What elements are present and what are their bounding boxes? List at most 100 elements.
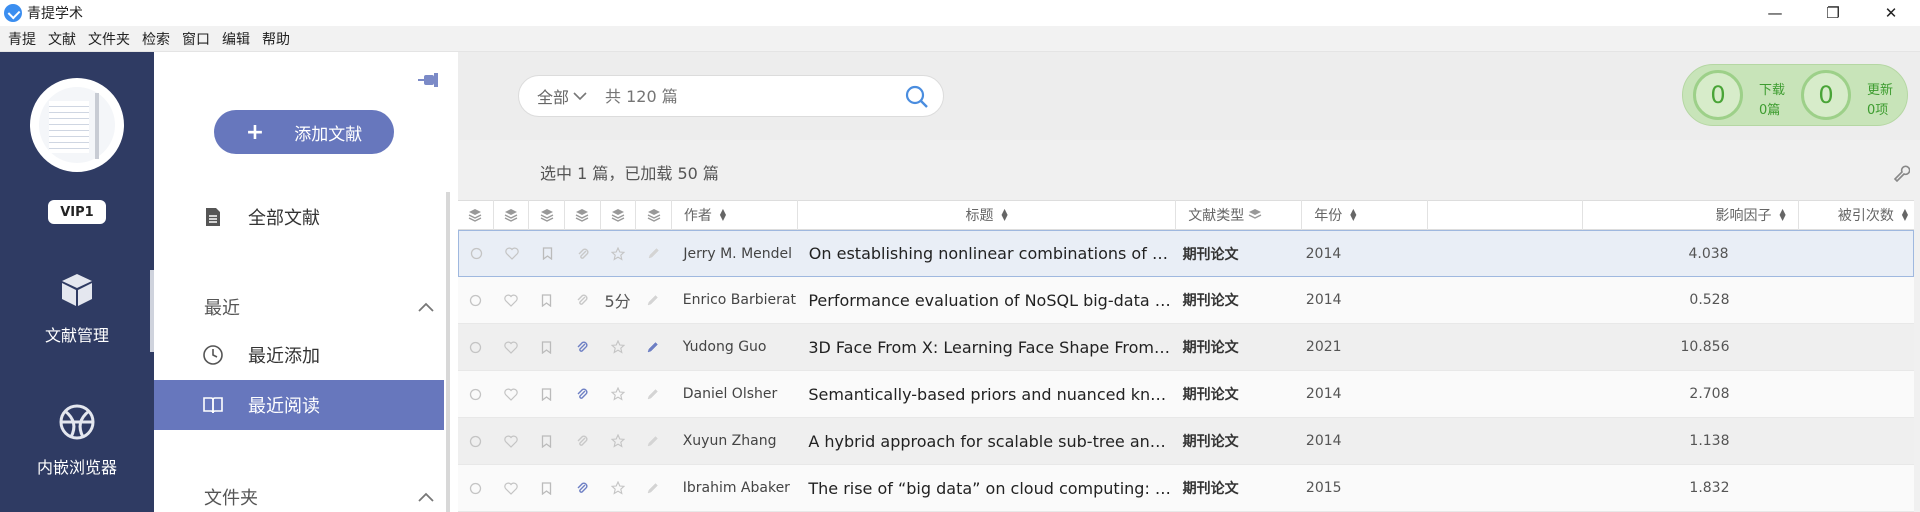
search-scope-label: 全部 xyxy=(537,88,570,107)
bookmark-icon[interactable] xyxy=(529,371,564,417)
heart-icon[interactable] xyxy=(493,371,528,417)
folder-section-header[interactable]: 文件夹 xyxy=(204,484,434,510)
impact-cell: 0.528 xyxy=(1689,292,1730,308)
star-icon[interactable] xyxy=(601,231,636,276)
layers-icon xyxy=(575,209,589,222)
column-year[interactable]: 年份 ▲ ▼ xyxy=(1302,200,1429,230)
column-select[interactable] xyxy=(458,200,494,230)
table-row[interactable]: Jerry M. Mendel On establishing nonlinear… xyxy=(458,230,1914,277)
nav-item-browser[interactable]: 内嵌浏览器 xyxy=(0,402,154,478)
column-title[interactable]: 标题 ▲ ▼ xyxy=(798,200,1177,230)
star-icon[interactable] xyxy=(600,465,635,511)
menu-help[interactable]: 帮助 xyxy=(262,29,290,49)
title-cell[interactable]: Semantically-based priors and nuanced kn… xyxy=(796,371,1174,417)
author-cell: Yudong Guo xyxy=(682,339,767,355)
column-note[interactable] xyxy=(636,200,672,230)
select-icon[interactable] xyxy=(458,465,493,511)
column-bookmark[interactable] xyxy=(529,200,565,230)
menu-search[interactable]: 检索 xyxy=(142,29,170,49)
minimize-button[interactable]: — xyxy=(1746,0,1804,26)
left-nav: VIP1 文献管理 内嵌浏览器 xyxy=(0,52,154,512)
star-icon[interactable] xyxy=(600,418,635,464)
rating-score[interactable]: 5分 xyxy=(600,277,635,323)
sidebar-scrollbar[interactable] xyxy=(446,192,450,512)
pin-icon[interactable] xyxy=(416,70,440,92)
wrench-icon[interactable] xyxy=(1892,164,1910,182)
title-cell[interactable]: A hybrid approach for scalable sub-tree … xyxy=(796,418,1174,464)
star-icon[interactable] xyxy=(600,371,635,417)
table-row[interactable]: Ibrahim Abaker The rise of “big data” on … xyxy=(458,465,1914,512)
attachment-icon[interactable] xyxy=(564,371,599,417)
bookmark-icon[interactable] xyxy=(529,465,564,511)
star-icon[interactable] xyxy=(600,324,635,370)
select-icon[interactable] xyxy=(459,231,494,276)
column-author[interactable]: 作者 ▲ ▼ xyxy=(672,200,798,230)
attachment-icon[interactable] xyxy=(564,277,599,323)
menu-qingti[interactable]: 青提 xyxy=(8,29,36,49)
heart-icon[interactable] xyxy=(493,277,528,323)
table-row[interactable]: Xuyun Zhang A hybrid approach for scalabl… xyxy=(458,418,1914,465)
attachment-icon[interactable] xyxy=(564,418,599,464)
sort-icon: ▲ ▼ xyxy=(1901,207,1908,222)
sidebar-item-recent-added[interactable]: 最近添加 xyxy=(154,330,444,380)
bookmark-icon[interactable] xyxy=(529,418,564,464)
recent-section-header[interactable]: 最近 xyxy=(204,294,434,320)
close-button[interactable]: ✕ xyxy=(1862,0,1920,26)
table-row[interactable]: 5分 Enrico Barbierato Performance evaluatio… xyxy=(458,277,1914,324)
column-cites[interactable]: 被引次数 ▲ ▼ xyxy=(1799,200,1914,230)
menu-edit[interactable]: 编辑 xyxy=(222,29,250,49)
column-favorite[interactable] xyxy=(494,200,530,230)
menu-folder[interactable]: 文件夹 xyxy=(88,29,130,49)
search-icon[interactable] xyxy=(905,85,929,109)
sidebar-item-all-documents[interactable]: 全部文献 xyxy=(154,192,444,242)
attachment-icon[interactable] xyxy=(564,324,599,370)
column-type[interactable]: 文献类型 xyxy=(1176,200,1303,230)
select-icon[interactable] xyxy=(458,418,493,464)
select-icon[interactable] xyxy=(458,277,493,323)
sidebar-item-recent-read[interactable]: 最近阅读 xyxy=(154,380,444,430)
title-cell[interactable]: 3D Face From X: Learning Face Shape From… xyxy=(796,324,1174,370)
title-cell[interactable]: Performance evaluation of NoSQL big-data… xyxy=(796,277,1174,323)
pencil-icon[interactable] xyxy=(636,231,671,276)
table-row[interactable]: Yudong Guo 3D Face From X: Learning Face … xyxy=(458,324,1914,371)
pencil-icon[interactable] xyxy=(635,324,670,370)
column-rating[interactable] xyxy=(601,200,637,230)
column-attachment[interactable] xyxy=(565,200,601,230)
title-cell[interactable]: On establishing nonlinear combinations o… xyxy=(797,231,1175,276)
pencil-icon[interactable] xyxy=(635,418,670,464)
heart-icon[interactable] xyxy=(493,418,528,464)
avatar[interactable] xyxy=(30,78,124,172)
plus-icon: + xyxy=(245,119,265,145)
table-row[interactable]: Daniel Olsher Semantically-based priors a… xyxy=(458,371,1914,418)
pencil-icon[interactable] xyxy=(635,371,670,417)
author-cell: Daniel Olsher xyxy=(682,386,778,402)
bookmark-icon[interactable] xyxy=(529,324,564,370)
menu-window[interactable]: 窗口 xyxy=(182,29,210,49)
heart-icon[interactable] xyxy=(494,231,529,276)
title-text: Performance evaluation of NoSQL big-data… xyxy=(808,290,1175,310)
update-count[interactable]: 0 xyxy=(1801,70,1851,120)
pencil-icon[interactable] xyxy=(635,277,670,323)
search-input[interactable] xyxy=(605,86,896,106)
bookmark-icon[interactable] xyxy=(530,231,565,276)
heart-icon[interactable] xyxy=(493,324,528,370)
layers-icon xyxy=(611,209,625,222)
attachment-icon[interactable] xyxy=(565,231,600,276)
download-count[interactable]: 0 xyxy=(1693,70,1743,120)
restore-button[interactable]: ❐ xyxy=(1804,0,1862,26)
title-cell[interactable]: The rise of “big data” on cloud computin… xyxy=(796,465,1174,511)
heart-icon[interactable] xyxy=(493,465,528,511)
column-impact[interactable]: 影响因子 ▲ ▼ xyxy=(1583,200,1799,230)
blank-cell xyxy=(1425,324,1580,370)
add-document-button[interactable]: + 添加文献 xyxy=(214,110,394,154)
attachment-icon[interactable] xyxy=(564,465,599,511)
pencil-icon[interactable] xyxy=(635,465,670,511)
bookmark-icon[interactable] xyxy=(529,277,564,323)
select-icon[interactable] xyxy=(458,324,493,370)
search-scope-dropdown[interactable]: 全部 xyxy=(537,84,587,108)
impact-cell: 2.708 xyxy=(1689,386,1730,402)
select-icon[interactable] xyxy=(458,371,493,417)
nav-item-library[interactable]: 文献管理 xyxy=(0,270,154,352)
menu-literature[interactable]: 文献 xyxy=(48,29,76,49)
folder-section-label: 文件夹 xyxy=(204,488,258,509)
